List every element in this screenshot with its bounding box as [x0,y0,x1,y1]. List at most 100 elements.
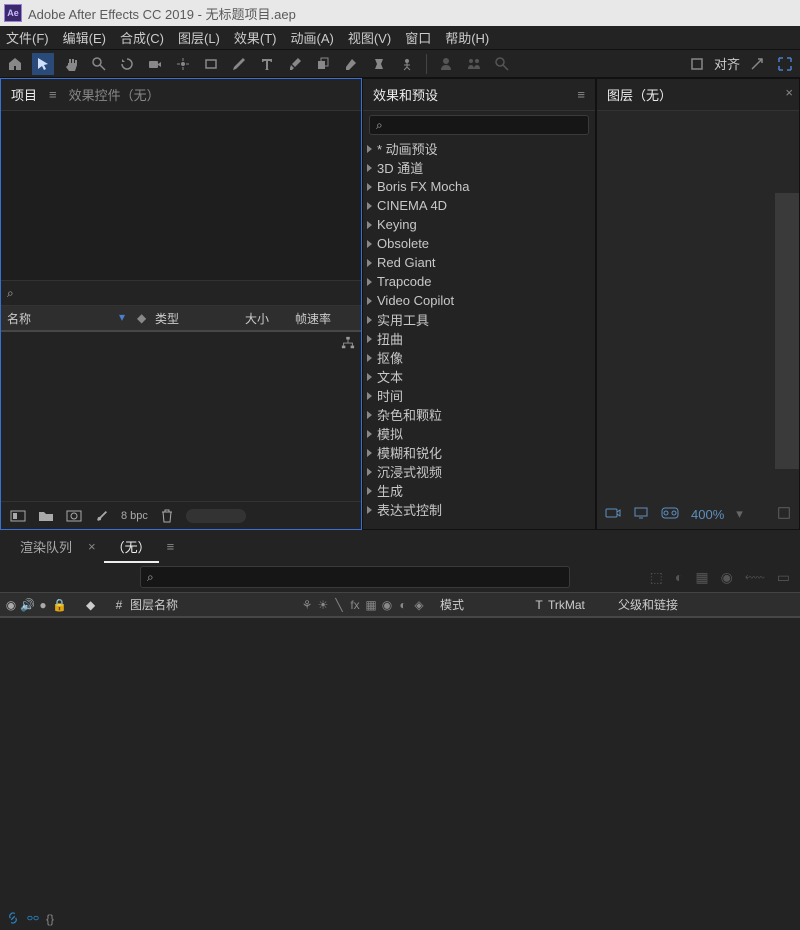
effect-category[interactable]: * 动画预设 [363,139,595,158]
tab-menu-glyph[interactable]: ≡ [49,87,57,102]
link2-icon[interactable] [26,911,40,928]
expand-icon[interactable] [774,53,796,75]
person-icon[interactable] [435,53,457,75]
lock-toggle-icon[interactable]: 🔒 [52,598,66,612]
menu-composition[interactable]: 合成(C) [120,28,164,47]
effect-category[interactable]: 文本 [363,367,595,386]
frame-blend-icon[interactable]: ▦ [695,569,708,586]
rectangle-tool[interactable] [200,53,222,75]
effects-list[interactable]: * 动画预设 3D 通道 Boris FX Mocha CINEMA 4D Ke… [363,137,595,529]
adjust-icon[interactable] [93,508,111,524]
tab-layer[interactable]: 图层（无） [607,85,672,104]
adjust-switch-icon[interactable]: ◐ [396,598,410,612]
search-toolbar-icon[interactable] [491,53,513,75]
hash-header[interactable]: # [108,598,130,612]
parent-header[interactable]: 父级和链接 [618,596,800,613]
pan-behind-tool[interactable] [172,53,194,75]
effect-category[interactable]: 抠像 [363,348,595,367]
draft3d-icon[interactable]: ▭ [777,569,790,586]
effect-category[interactable]: Trapcode [363,272,595,291]
effect-category[interactable]: 模糊和锐化 [363,443,595,462]
roto-tool[interactable] [368,53,390,75]
menu-window[interactable]: 窗口 [405,28,431,47]
menu-view[interactable]: 视图(V) [348,28,391,47]
effect-category[interactable]: 杂色和颗粒 [363,405,595,424]
hand-tool[interactable] [60,53,82,75]
clone-tool[interactable] [312,53,334,75]
project-tree[interactable] [1,332,361,501]
layer-name-header[interactable]: 图层名称 [130,596,300,613]
tab-effects-presets[interactable]: 效果和预设 [373,85,438,104]
zoom-level[interactable]: 400% [691,507,724,522]
col-fps[interactable]: 帧速率 [289,310,349,327]
folder-icon[interactable] [37,508,55,524]
effect-category[interactable]: Boris FX Mocha [363,177,595,196]
trash-icon[interactable] [158,508,176,524]
mode-header[interactable]: 模式 [440,596,530,613]
effect-category[interactable]: 模拟 [363,424,595,443]
project-search-input[interactable] [18,286,355,301]
flowchart-icon[interactable] [341,336,355,353]
effect-category[interactable]: 3D 通道 [363,158,595,177]
new-comp-icon[interactable] [65,508,83,524]
link-icon[interactable] [6,911,20,928]
snap-box-icon[interactable] [686,53,708,75]
tab-close-icon[interactable]: × [88,539,96,554]
puppet-tool[interactable] [396,53,418,75]
home-tool[interactable] [4,53,26,75]
solo-toggle-icon[interactable]: ● [36,598,50,612]
menu-animation[interactable]: 动画(A) [291,28,334,47]
layer-settings-icon[interactable] [777,506,791,523]
col-name[interactable]: 名称 ▾ [1,310,131,327]
snap-to-icon[interactable] [746,53,768,75]
trkmat-header[interactable]: TrkMat [548,598,618,612]
tab-render-queue[interactable]: 渲染队列 [12,537,80,556]
monitor-icon[interactable] [633,506,649,523]
timeline-search-input[interactable]: ⌕ [140,566,570,588]
pen-tool[interactable] [228,53,250,75]
timeline-tab-menu[interactable]: ≡ [167,539,175,554]
text-tool[interactable] [256,53,278,75]
3d-switch-icon[interactable]: ◈ [412,598,426,612]
effect-category[interactable]: 生成 [363,481,595,500]
shy-switch-icon[interactable]: ⚘ [300,598,314,612]
tag-header-icon[interactable]: ◆ [86,598,108,612]
comp-mini-icon[interactable]: ⬚ [650,569,663,586]
people-icon[interactable] [463,53,485,75]
t-header[interactable]: T [530,598,548,612]
collapse-switch-icon[interactable]: ☀ [316,598,330,612]
tab-effect-controls[interactable]: 效果控件（无） [69,85,160,104]
fx-switch-icon[interactable]: fx [348,598,362,612]
effects-panel-menu[interactable]: ≡ [577,87,585,102]
col-size[interactable]: 大小 [239,310,289,327]
col-tag-icon[interactable]: ◆ [131,311,149,325]
effect-category[interactable]: Keying [363,215,595,234]
braces-icon[interactable]: {} [46,912,54,926]
timeline-body[interactable] [0,618,800,908]
effect-category[interactable]: CINEMA 4D [363,196,595,215]
brush-tool[interactable] [284,53,306,75]
graph-icon[interactable]: ⬳ [745,569,765,586]
audio-toggle-icon[interactable]: 🔊 [20,598,34,612]
effect-category[interactable]: 表达式控制 [363,500,595,519]
frameblend-switch-icon[interactable]: ▦ [364,598,378,612]
shy-icon[interactable]: ◐ [675,569,683,586]
footer-slider[interactable] [186,509,246,523]
menu-help[interactable]: 帮助(H) [445,28,489,47]
menu-effect[interactable]: 效果(T) [234,28,277,47]
motion-blur-icon[interactable]: ◉ [721,569,733,586]
effect-category[interactable]: Red Giant [363,253,595,272]
layer-viewer[interactable]: 400% ▾ [597,111,799,529]
selection-tool[interactable] [32,53,54,75]
quality-switch-icon[interactable]: ╲ [332,598,346,612]
bpc-label[interactable]: 8 bpc [121,510,148,522]
camera-tool[interactable] [144,53,166,75]
camera-icon[interactable] [605,506,621,523]
menu-layer[interactable]: 图层(L) [178,28,220,47]
effect-category[interactable]: Obsolete [363,234,595,253]
effect-category[interactable]: Video Copilot [363,291,595,310]
tab-none[interactable]: （无） [104,537,159,556]
col-type[interactable]: 类型 [149,310,239,327]
orbit-tool[interactable] [116,53,138,75]
zoom-tool[interactable] [88,53,110,75]
